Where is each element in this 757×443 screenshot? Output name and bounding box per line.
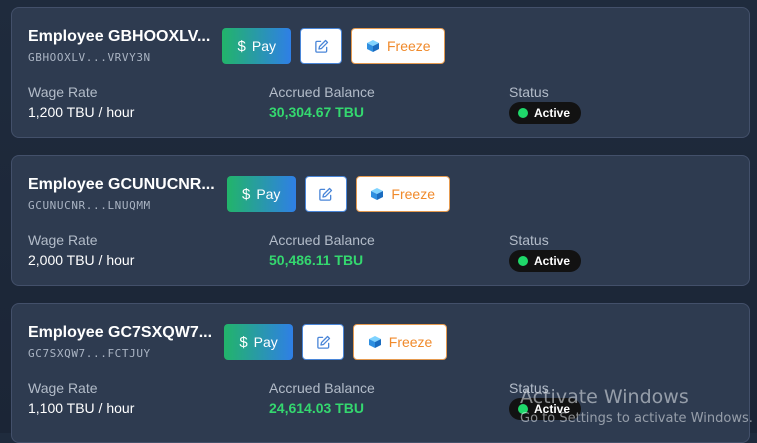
edit-button[interactable] [304, 176, 347, 212]
wage-rate-value: 1,200 TBU / hour [28, 104, 135, 120]
status-label: Status [509, 232, 549, 248]
employee-name: Employee GC7SXQW7... [28, 324, 213, 341]
wage-rate-field: Wage Rate 2,000 TBU / hour [28, 232, 134, 269]
status-text: Active [534, 106, 571, 120]
freeze-button-label: Freeze [386, 38, 431, 54]
pay-button-label: Pay [256, 186, 281, 202]
status-label: Status [509, 84, 549, 100]
pay-button[interactable]: $ Pay [222, 28, 292, 64]
pay-button[interactable]: $ Pay [224, 324, 294, 360]
employee-name: Employee GCUNUCNR... [28, 176, 215, 193]
status-badge: Active [509, 250, 582, 272]
dollar-icon: $ [237, 37, 246, 55]
freeze-button[interactable]: Freeze [351, 28, 446, 64]
employee-header: Employee GCUNUCNR... GCUNUCNR...LNUQMM $… [28, 175, 450, 212]
accrued-balance-label: Accrued Balance [269, 84, 375, 100]
wage-rate-label: Wage Rate [28, 84, 98, 100]
ice-cube-icon [371, 188, 384, 200]
pencil-square-icon [315, 39, 328, 53]
accrued-balance-field: Accrued Balance 24,614.03 TBU [269, 380, 375, 417]
accrued-balance-value: 30,304.67 TBU [269, 104, 364, 120]
accrued-balance-value: 24,614.03 TBU [269, 400, 364, 416]
accrued-balance-label: Accrued Balance [269, 380, 375, 396]
wage-rate-value: 1,100 TBU / hour [28, 400, 135, 416]
freeze-button[interactable]: Freeze [353, 324, 448, 360]
status-text: Active [534, 254, 571, 268]
edit-button[interactable] [302, 324, 345, 360]
ice-cube-icon [368, 336, 381, 348]
employee-actions: $ Pay Freeze [222, 28, 446, 64]
wage-rate-field: Wage Rate 1,200 TBU / hour [28, 84, 134, 121]
wage-rate-value: 2,000 TBU / hour [28, 252, 135, 268]
dollar-icon: $ [239, 333, 248, 351]
employee-actions: $ Pay Freeze [226, 176, 450, 212]
status-dot-icon [518, 108, 528, 118]
wage-rate-label: Wage Rate [28, 380, 98, 396]
freeze-button-label: Freeze [388, 334, 433, 350]
wage-rate-label: Wage Rate [28, 232, 98, 248]
status-field: Status Active [509, 232, 582, 272]
accrued-balance-field: Accrued Balance 50,486.11 TBU [269, 232, 375, 269]
employee-card: Employee GBHOOXLV... GBHOOXLV...VRVY3N $… [11, 7, 750, 138]
dollar-icon: $ [241, 185, 251, 203]
accrued-balance-field: Accrued Balance 30,304.67 TBU [269, 84, 375, 121]
pay-button[interactable]: $ Pay [226, 176, 296, 212]
status-badge: Active [509, 398, 582, 420]
freeze-button-label: Freeze [391, 186, 435, 202]
accrued-balance-value: 50,486.11 TBU [269, 252, 364, 268]
employee-header: Employee GC7SXQW7... GC7SXQW7...FCTJUY $… [28, 323, 448, 360]
status-label: Status [509, 380, 549, 396]
freeze-button[interactable]: Freeze [355, 176, 450, 212]
employee-title-block: Employee GC7SXQW7... GC7SXQW7...FCTJUY [28, 323, 212, 360]
pencil-square-icon [319, 187, 333, 201]
employee-card: Employee GC7SXQW7... GC7SXQW7...FCTJUY $… [11, 303, 750, 443]
employee-header: Employee GBHOOXLV... GBHOOXLV...VRVY3N $… [28, 27, 446, 64]
employee-title-block: Employee GBHOOXLV... GBHOOXLV...VRVY3N [28, 27, 210, 64]
employee-address: GC7SXQW7...FCTJUY [28, 347, 151, 360]
status-field: Status Active [509, 84, 582, 124]
edit-button[interactable] [300, 28, 343, 64]
wage-rate-field: Wage Rate 1,100 TBU / hour [28, 380, 134, 417]
status-field: Status Active [509, 380, 582, 420]
status-text: Active [534, 402, 571, 416]
employee-address: GBHOOXLV...VRVY3N [28, 51, 151, 64]
employee-card: Employee GCUNUCNR... GCUNUCNR...LNUQMM $… [11, 155, 750, 286]
status-dot-icon [518, 404, 528, 414]
status-badge: Active [509, 102, 582, 124]
employee-title-block: Employee GCUNUCNR... GCUNUCNR...LNUQMM [28, 175, 215, 212]
employee-name: Employee GBHOOXLV... [28, 28, 211, 45]
pay-button-label: Pay [251, 38, 277, 54]
pay-button-label: Pay [253, 334, 278, 350]
accrued-balance-label: Accrued Balance [269, 232, 375, 248]
employee-actions: $ Pay Freeze [224, 324, 448, 360]
pencil-square-icon [316, 335, 330, 349]
employee-address: GCUNUCNR...LNUQMM [28, 199, 151, 212]
status-dot-icon [518, 256, 528, 266]
ice-cube-icon [366, 40, 379, 52]
